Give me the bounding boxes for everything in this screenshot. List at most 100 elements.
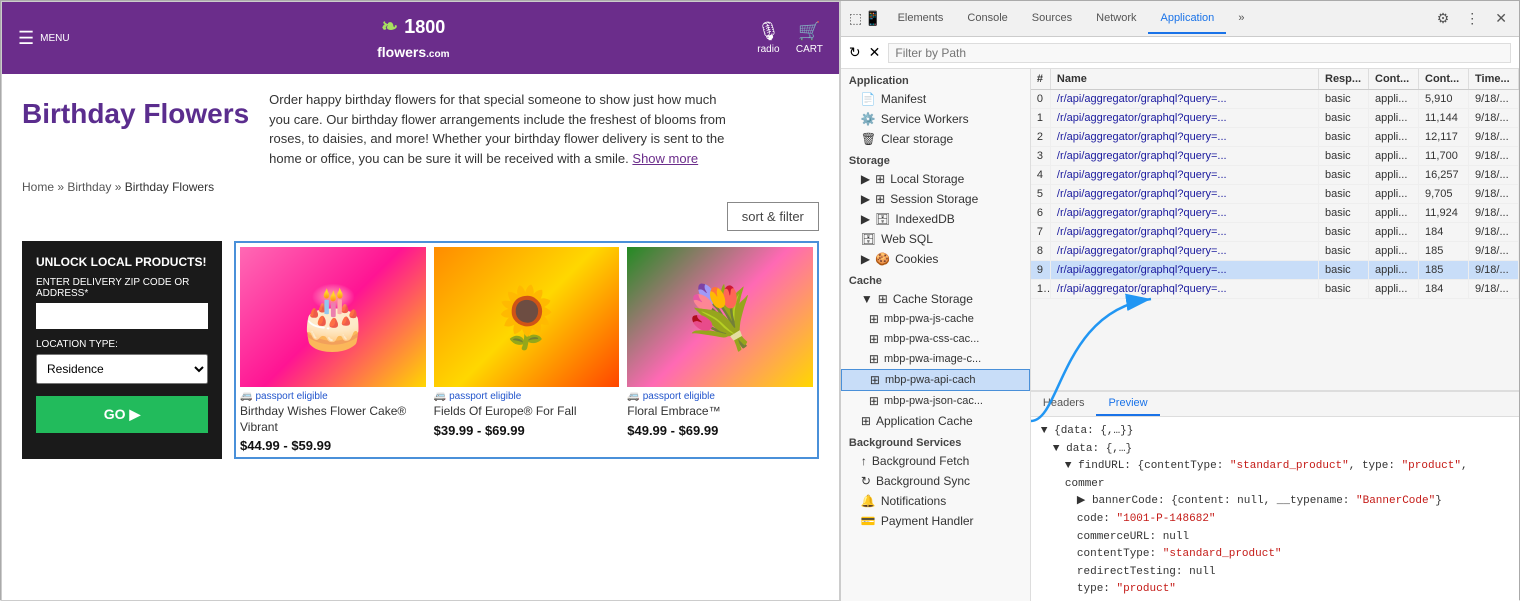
sidebar-payment-handler[interactable]: 💳 Payment Handler [841,511,1030,531]
tab-application[interactable]: Application [1148,4,1226,34]
sidebar-app-cache[interactable]: ⊞ Application Cache [841,411,1030,431]
product-price-1: $44.99 - $59.99 [240,438,426,453]
cell-num: 1 [1031,109,1051,127]
cell-time: 9/18/... [1469,261,1519,279]
settings-icon[interactable]: ⚙ [1433,8,1454,29]
cell-time: 9/18/... [1469,223,1519,241]
cell-name: /r/api/aggregator/graphql?query=... [1051,223,1319,241]
sidebar-service-workers[interactable]: ⚙️ Service Workers [841,109,1030,129]
breadcrumb-birthday[interactable]: Birthday [67,180,111,194]
tab-network[interactable]: Network [1084,4,1148,34]
cell-name: /r/api/aggregator/graphql?query=... [1051,147,1319,165]
col-name: Name [1051,69,1319,89]
preview-tab[interactable]: Preview [1096,392,1159,416]
product-name-1[interactable]: Birthday Wishes Flower Cake® Vibrant [240,404,426,435]
network-row-3[interactable]: 3 /r/api/aggregator/graphql?query=... ba… [1031,147,1519,166]
cell-num: 3 [1031,147,1051,165]
sidebar-bg-sync[interactable]: ↻ Background Sync [841,471,1030,491]
devtools-right: # Name Resp... Cont... Cont... Time... 0… [1031,69,1519,601]
sidebar-pwa-image-cache[interactable]: ⊞ mbp-pwa-image-c... [841,349,1030,369]
cart-label: CART [796,44,823,55]
col-cont2: Cont... [1419,69,1469,89]
sidebar-clear-storage[interactable]: 🗑 Clear storage [841,129,1030,149]
location-select[interactable]: Residence Business Hospital Funeral Home [36,354,208,384]
cell-cont1: appli... [1369,204,1419,222]
storage-icon-ss: ⊞ [875,192,885,206]
devtools-bottom: Headers Preview ▼ {data: {,…}}▼ data: {,… [1031,391,1519,601]
headers-tab[interactable]: Headers [1031,392,1097,416]
network-row-2[interactable]: 2 /r/api/aggregator/graphql?query=... ba… [1031,128,1519,147]
product-name-2[interactable]: Fields Of Europe® For Fall [434,404,620,420]
network-row-6[interactable]: 6 /r/api/aggregator/graphql?query=... ba… [1031,204,1519,223]
sidebar-web-sql[interactable]: 🗄 Web SQL [841,229,1030,249]
network-row-5[interactable]: 5 /r/api/aggregator/graphql?query=... ba… [1031,185,1519,204]
sidebar-manifest[interactable]: 📄 Manifest [841,89,1030,109]
sidebar-local-storage[interactable]: ▶ ⊞ Local Storage [841,169,1030,189]
cell-cont1: appli... [1369,223,1419,241]
service-workers-icon: ⚙️ [861,112,876,126]
network-row-9[interactable]: 9 /r/api/aggregator/graphql?query=... ba… [1031,261,1519,280]
pwa-api-icon: ⊞ [870,373,880,387]
refresh-icon[interactable]: ↻ [849,44,861,61]
json-line: contentType: "standard_product" [1041,546,1509,564]
cell-name: /r/api/aggregator/graphql?query=... [1051,280,1319,298]
network-row-4[interactable]: 4 /r/api/aggregator/graphql?query=... ba… [1031,166,1519,185]
sidebar-indexeddb[interactable]: ▶ 🗄 IndexedDB [841,209,1030,229]
cell-cont2: 185 [1419,261,1469,279]
pwa-js-icon: ⊞ [869,312,879,326]
filter-input[interactable] [888,43,1511,63]
go-button[interactable]: GO ▶ [36,396,208,433]
show-more-link[interactable]: Show more [632,151,698,166]
cell-resp: basic [1319,204,1369,222]
bg-sync-icon: ↻ [861,474,871,488]
close-icon[interactable]: ✕ [1491,8,1511,29]
cell-cont2: 9,705 [1419,185,1469,203]
devtools-inspect-icon[interactable]: ⬚ [849,10,862,27]
zip-input[interactable] [36,303,208,329]
tab-console[interactable]: Console [955,4,1019,34]
network-table-header: # Name Resp... Cont... Cont... Time... [1031,69,1519,90]
sidebar-pwa-js-cache[interactable]: ⊞ mbp-pwa-js-cache [841,309,1030,329]
cart-icon-group[interactable]: 🛒 CART [796,21,823,55]
tab-more[interactable]: » [1226,4,1256,34]
devtools-device-icon[interactable]: 📱 [864,10,881,27]
sidebar-pwa-json-cache[interactable]: ⊞ mbp-pwa-json-cac... [841,391,1030,411]
cell-resp: basic [1319,128,1369,146]
network-row-8[interactable]: 8 /r/api/aggregator/graphql?query=... ba… [1031,242,1519,261]
cell-name: /r/api/aggregator/graphql?query=... [1051,90,1319,108]
network-row-1[interactable]: 1 /r/api/aggregator/graphql?query=... ba… [1031,109,1519,128]
expand-icon-ls: ▶ [861,172,870,186]
indexeddb-icon: 🗄 [875,212,890,226]
clear-icon[interactable]: ✕ [869,44,881,61]
storage-icon-ls: ⊞ [875,172,885,186]
sort-filter-button[interactable]: sort & filter [727,202,819,231]
cell-cont2: 5,910 [1419,90,1469,108]
breadcrumb-current: Birthday Flowers [125,180,214,194]
cell-cont1: appli... [1369,242,1419,260]
sidebar-cookies[interactable]: ▶ 🍪 Cookies [841,249,1030,269]
more-options-icon[interactable]: ⋮ [1461,8,1483,29]
menu-label[interactable]: MENU [40,33,69,44]
sidebar-notifications[interactable]: 🔔 Notifications [841,491,1030,511]
cookies-icon: 🍪 [875,252,890,266]
sidebar-session-storage[interactable]: ▶ ⊞ Session Storage [841,189,1030,209]
product-name-3[interactable]: Floral Embrace™ [627,404,813,420]
page-title-area: Birthday Flowers [22,90,249,168]
cell-resp: basic [1319,147,1369,165]
product-image-3: 💐 [627,247,813,387]
sidebar-bg-fetch[interactable]: ↑ Background Fetch [841,451,1030,471]
sidebar-pwa-css-cache[interactable]: ⊞ mbp-pwa-css-cac... [841,329,1030,349]
cache-storage-icon: ⊞ [878,292,888,306]
col-time: Time... [1469,69,1519,89]
network-row-7[interactable]: 7 /r/api/aggregator/graphql?query=... ba… [1031,223,1519,242]
breadcrumb-home[interactable]: Home [22,180,54,194]
network-row-0[interactable]: 0 /r/api/aggregator/graphql?query=... ba… [1031,90,1519,109]
cell-time: 9/18/... [1469,204,1519,222]
radio-icon-group[interactable]: 🎙 radio [757,21,780,55]
cell-name: /r/api/aggregator/graphql?query=... [1051,185,1319,203]
tab-elements[interactable]: Elements [886,4,956,34]
network-row-10[interactable]: 10 /r/api/aggregator/graphql?query=... b… [1031,280,1519,299]
sidebar-cache-storage[interactable]: ▼ ⊞ Cache Storage [841,289,1030,309]
tab-sources[interactable]: Sources [1020,4,1084,34]
sidebar-pwa-api-cache[interactable]: ⊞ mbp-pwa-api-cach [841,369,1030,391]
